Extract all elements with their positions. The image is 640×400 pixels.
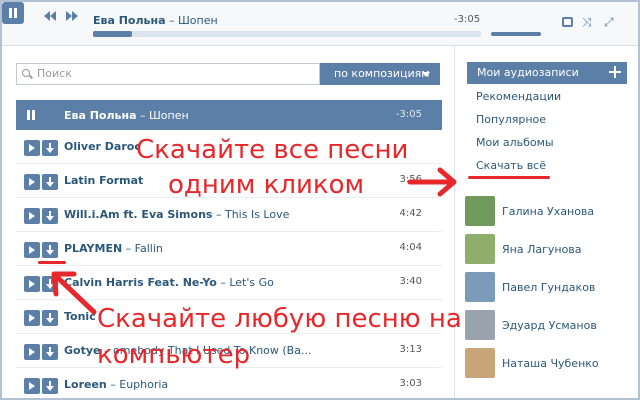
annotation-arrows bbox=[51, 167, 457, 315]
arrow-right-icon bbox=[407, 167, 457, 197]
audio-window: Ева Польна – Шопен -3:05 ⤨ ⤢ Поиск по ко… bbox=[0, 0, 640, 400]
arrow-up-left-icon bbox=[51, 271, 97, 315]
